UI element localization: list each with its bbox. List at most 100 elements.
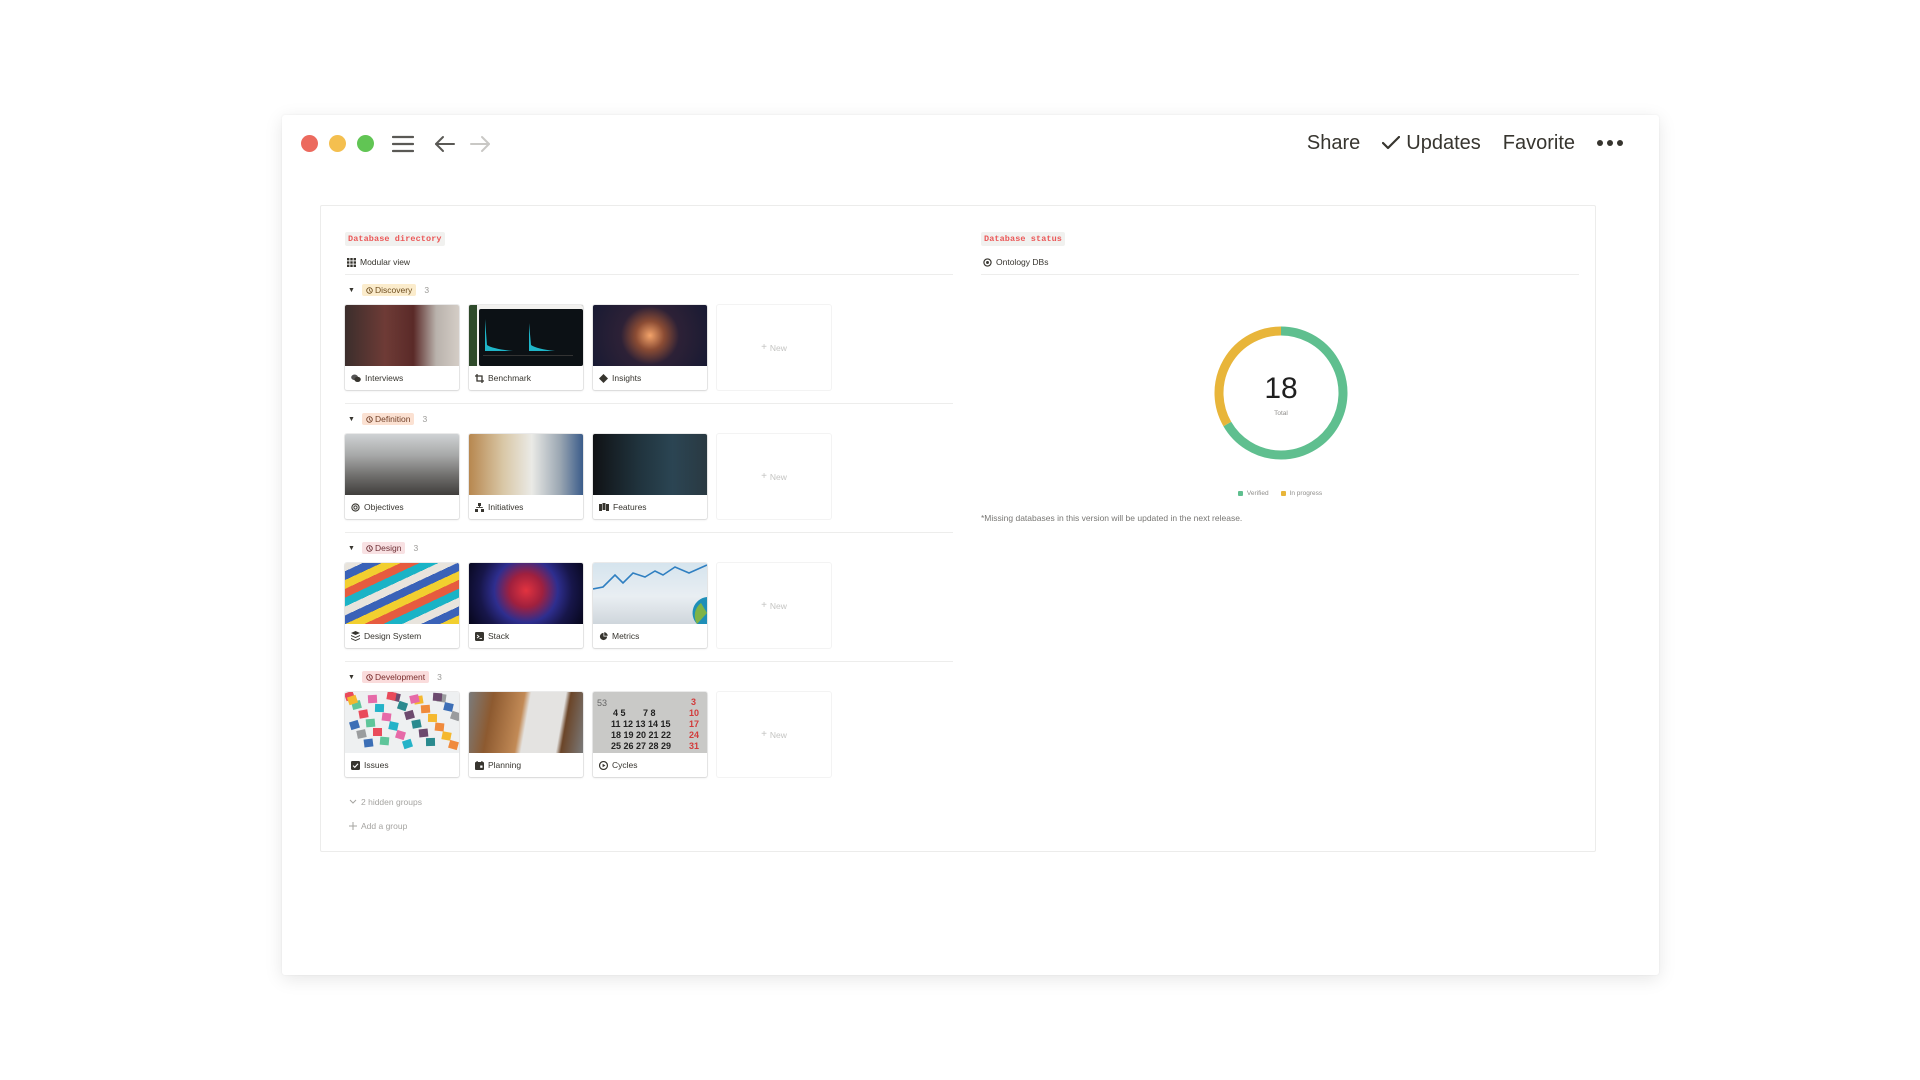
section-tag-database-status: Database status xyxy=(981,232,1066,246)
group-tag[interactable]: Design xyxy=(362,542,406,554)
group-tag[interactable]: Discovery xyxy=(362,284,417,296)
pie-chart-icon xyxy=(599,631,608,641)
minimize-window-button[interactable] xyxy=(329,135,346,152)
calendar-icon xyxy=(475,760,484,770)
database-card-interviews[interactable]: Interviews xyxy=(345,305,459,390)
plus-icon: + xyxy=(761,600,767,611)
database-card-planning[interactable]: Planning xyxy=(469,692,583,777)
sticky-note-shape xyxy=(434,722,445,732)
card-title: Issues xyxy=(345,753,459,777)
sticky-note-shape xyxy=(448,739,459,751)
collapse-toggle-icon[interactable]: ▼ xyxy=(348,287,356,294)
release-note: *Missing databases in this version will … xyxy=(981,513,1243,523)
add-group-button[interactable]: Add a group xyxy=(345,821,953,831)
diamond-icon xyxy=(599,373,608,383)
card-cover-image xyxy=(469,434,583,495)
card-cover-image: 4 5 7 8 11 12 13 14 15 18 19 20 21 22 25 26 … xyxy=(593,692,707,753)
sidebar-toggle-button[interactable] xyxy=(390,129,416,159)
group-count: 3 xyxy=(437,672,442,682)
group-count: 3 xyxy=(422,414,428,424)
sticky-note-shape xyxy=(418,728,429,738)
svg-text:18 19 20 21 22: 18 19 20 21 22 xyxy=(611,730,671,740)
card-title: Insights xyxy=(593,366,707,390)
database-card-objectives[interactable]: Objectives xyxy=(345,434,459,519)
view-tab-modular[interactable]: Modular view xyxy=(345,255,953,269)
group-name: Definition xyxy=(375,414,411,424)
forward-button[interactable] xyxy=(467,129,493,159)
new-card-label: New xyxy=(769,342,787,353)
view-divider xyxy=(345,274,953,275)
database-card-benchmark[interactable]: Benchmark xyxy=(469,305,583,390)
svg-text:53: 53 xyxy=(597,698,607,708)
close-window-button[interactable] xyxy=(301,135,318,152)
plus-icon: + xyxy=(761,471,767,482)
card-title: Stack xyxy=(469,624,583,648)
sticky-note-shape xyxy=(396,700,409,712)
new-card-button[interactable]: + New xyxy=(717,563,831,648)
status-circle-icon xyxy=(366,415,373,423)
database-card-cycles[interactable]: 4 5 7 8 11 12 13 14 15 18 19 20 21 22 25 26 … xyxy=(593,692,707,777)
svg-text:17: 17 xyxy=(689,719,699,729)
card-label: Features xyxy=(613,502,647,512)
database-card-initiatives[interactable]: Initiatives xyxy=(469,434,583,519)
more-options-button[interactable] xyxy=(1597,140,1623,146)
new-card-label: New xyxy=(769,600,787,611)
share-button[interactable]: Share xyxy=(1307,132,1360,155)
card-title: Objectives xyxy=(345,495,459,519)
board-group-definition: ▼ Definition 3 Objectives Initiatives Feature… xyxy=(345,412,953,533)
view-label: Modular view xyxy=(360,257,411,267)
database-card-metrics[interactable]: Metrics xyxy=(593,563,707,648)
group-tag[interactable]: Definition xyxy=(362,413,415,425)
hidden-groups-toggle[interactable]: 2 hidden groups xyxy=(345,797,953,807)
group-tag[interactable]: Development xyxy=(362,671,430,683)
collapse-toggle-icon[interactable]: ▼ xyxy=(348,674,356,681)
sticky-note-shape xyxy=(395,729,406,741)
card-title: Initiatives xyxy=(469,495,583,519)
group-count: 3 xyxy=(424,285,430,295)
database-card-features[interactable]: Features xyxy=(593,434,707,519)
card-cover-image xyxy=(345,563,459,624)
plus-icon xyxy=(349,822,357,830)
zoom-window-button[interactable] xyxy=(357,135,374,152)
plus-icon: + xyxy=(761,729,767,740)
svg-text:7 8: 7 8 xyxy=(643,708,656,718)
card-title: Features xyxy=(593,495,707,519)
database-card-design-system[interactable]: Design System xyxy=(345,563,459,648)
view-tab-ontology[interactable]: Ontology DBs xyxy=(981,255,1579,269)
new-card-button[interactable]: + New xyxy=(717,692,831,777)
sticky-note-shape xyxy=(401,738,414,750)
collapse-toggle-icon[interactable]: ▼ xyxy=(348,416,356,423)
collapse-toggle-icon[interactable]: ▼ xyxy=(348,545,356,552)
section-tag-database-directory: Database directory xyxy=(345,232,445,246)
new-card-button[interactable]: + New xyxy=(717,305,831,390)
back-button[interactable] xyxy=(432,129,458,159)
legend-item-verified[interactable]: Verified xyxy=(1237,490,1269,497)
database-card-issues[interactable]: Issues xyxy=(345,692,459,777)
card-label: Interviews xyxy=(365,373,404,383)
sticky-note-shape xyxy=(367,694,378,704)
legend-swatch xyxy=(1237,491,1243,496)
group-divider xyxy=(345,661,953,662)
group-header: ▼ Design 3 xyxy=(345,541,953,555)
crop-icon xyxy=(475,373,484,383)
sticky-note-shape xyxy=(374,703,385,713)
card-cover-image xyxy=(593,563,707,624)
new-card-button[interactable]: + New xyxy=(717,434,831,519)
database-card-insights[interactable]: Insights xyxy=(593,305,707,390)
card-title: Benchmark xyxy=(469,366,583,390)
card-label: Cycles xyxy=(612,760,638,770)
checkmark-icon xyxy=(1382,136,1401,150)
legend-swatch xyxy=(1280,491,1286,496)
board-groups: ▼ Discovery 3 Interviews Benchmark Insights + N… xyxy=(345,283,953,777)
page-content: Database directory Modular view ▼ Discove… xyxy=(320,205,1596,852)
favorite-button[interactable]: Favorite xyxy=(1503,132,1575,155)
svg-text:31: 31 xyxy=(689,741,699,751)
status-circle-icon xyxy=(366,286,373,294)
updates-button[interactable]: Updates xyxy=(1382,132,1481,155)
legend-item-in-progress[interactable]: In progress xyxy=(1280,490,1322,497)
database-card-stack[interactable]: Stack xyxy=(469,563,583,648)
arrow-right-icon xyxy=(470,136,490,152)
donut-total-label: Total xyxy=(1274,409,1288,417)
board-group-development: ▼ Development 3 Issues Planning 4 5 7 8 11 12 1… xyxy=(345,670,953,777)
svg-text:11 12 13 14 15: 11 12 13 14 15 xyxy=(611,719,671,729)
